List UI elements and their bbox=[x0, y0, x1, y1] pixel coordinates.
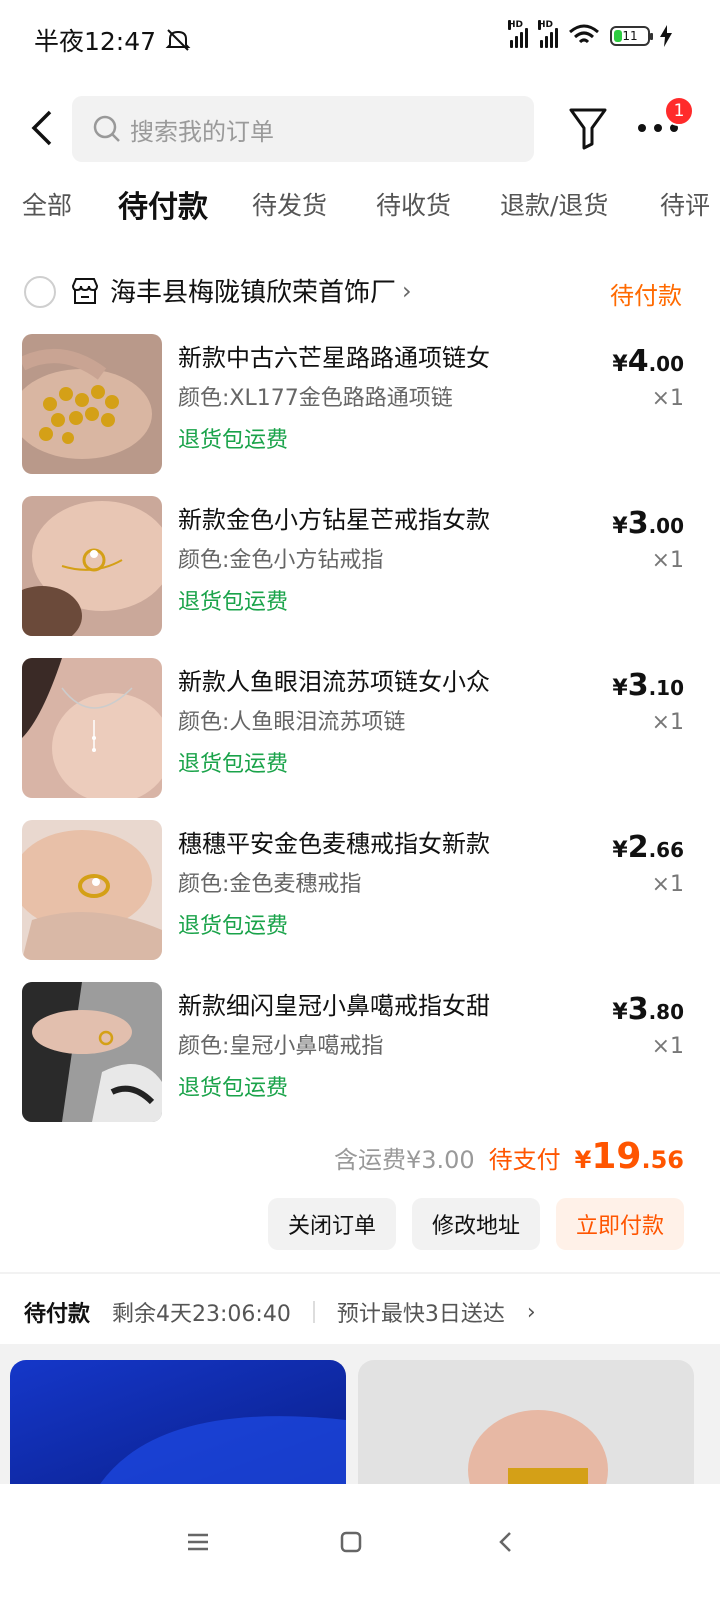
product-image[interactable] bbox=[22, 496, 162, 636]
wifi-icon bbox=[569, 24, 599, 44]
return-shipping-tag: 退货包运费 bbox=[178, 428, 289, 453]
charging-icon bbox=[660, 25, 672, 47]
item-quantity: ×1 bbox=[651, 386, 684, 411]
amount-due: ¥19.56 bbox=[574, 1136, 684, 1177]
item-sku: 颜色:皇冠小鼻噶戒指 bbox=[178, 1034, 384, 1059]
item-price: ¥3.80 bbox=[612, 992, 684, 1027]
search-input[interactable]: 搜索我的订单 bbox=[72, 96, 534, 162]
item-price: ¥2.66 bbox=[612, 830, 684, 865]
signal-icon: HD bbox=[508, 20, 528, 48]
item-title: 穗穗平安金色麦穗戒指女新款 bbox=[178, 830, 490, 858]
product-image[interactable] bbox=[22, 334, 162, 474]
home-icon[interactable] bbox=[331, 1522, 371, 1562]
edit-address-button[interactable]: 修改地址 bbox=[411, 1198, 540, 1250]
back-button[interactable] bbox=[24, 108, 64, 148]
return-shipping-tag: 退货包运费 bbox=[178, 752, 289, 777]
close-order-button[interactable]: 关闭订单 bbox=[267, 1198, 396, 1250]
status-bar: 半夜12:47 HD HD 11 bbox=[0, 0, 720, 80]
select-order-checkbox[interactable] bbox=[24, 276, 56, 308]
shop-name: 海丰县梅陇镇欣荣首饰厂 bbox=[110, 278, 397, 308]
order-item[interactable]: 新款人鱼眼泪流苏项链女小众 颜色:人鱼眼泪流苏项链 退货包运费 ¥3.10 ×1 bbox=[0, 658, 720, 798]
shop-name-link[interactable]: 海丰县梅陇镇欣荣首饰厂 › bbox=[110, 272, 412, 309]
more-icon bbox=[638, 124, 678, 132]
item-sku: 颜色:金色小方钻戒指 bbox=[178, 548, 384, 573]
status-icons: HD HD 11 bbox=[508, 20, 672, 48]
payment-countdown: 剩余4天23:06:40 bbox=[112, 1302, 291, 1327]
next-order-summary[interactable]: 待付款 剩余4天23:06:40 预计最快3日送达 › bbox=[24, 1292, 536, 1332]
search-placeholder: 搜索我的订单 bbox=[130, 117, 274, 146]
return-shipping-tag: 退货包运费 bbox=[178, 1076, 289, 1101]
item-sku: 颜色:XL177金色路路通项链 bbox=[178, 386, 453, 411]
recommendation-card[interactable] bbox=[358, 1360, 694, 1484]
separator bbox=[312, 1301, 315, 1323]
divider bbox=[0, 1272, 720, 1274]
order-tabs: 全部 待付款 待发货 待收货 退款/退货 待评 bbox=[0, 186, 720, 236]
notification-badge: 1 bbox=[664, 96, 694, 126]
item-sku: 颜色:金色麦穗戒指 bbox=[178, 872, 362, 897]
signal-icon-2: HD bbox=[538, 20, 558, 48]
item-title: 新款金色小方钻星芒戒指女款 bbox=[178, 506, 490, 534]
next-order-status: 待付款 bbox=[24, 1302, 91, 1327]
header: 搜索我的订单 1 bbox=[0, 96, 720, 162]
item-title: 新款细闪皇冠小鼻噶戒指女甜 bbox=[178, 992, 490, 1020]
status-time-wrap: 半夜12:47 bbox=[34, 22, 192, 58]
item-sku: 颜色:人鱼眼泪流苏项链 bbox=[178, 710, 406, 735]
order-status: 待付款 bbox=[610, 282, 682, 310]
chevron-right-icon: › bbox=[526, 1299, 536, 1325]
battery-icon: 11 bbox=[610, 26, 653, 46]
tab-pending-payment[interactable]: 待付款 bbox=[118, 186, 208, 226]
pay-now-button[interactable]: 立即付款 bbox=[555, 1198, 684, 1250]
return-shipping-tag: 退货包运费 bbox=[178, 914, 289, 939]
tab-pending-shipment[interactable]: 待发货 bbox=[252, 186, 327, 222]
search-icon bbox=[93, 115, 120, 142]
more-button[interactable]: 1 bbox=[636, 96, 694, 146]
back-icon[interactable] bbox=[486, 1522, 526, 1562]
filter-icon bbox=[569, 108, 607, 150]
item-quantity: ×1 bbox=[651, 548, 684, 573]
battery-level: 11 bbox=[622, 29, 638, 43]
item-price: ¥3.10 bbox=[612, 668, 684, 703]
product-image[interactable] bbox=[22, 820, 162, 960]
system-nav-bar bbox=[0, 1484, 720, 1600]
order-actions: 关闭订单 修改地址 立即付款 bbox=[267, 1198, 684, 1250]
back-arrow-icon bbox=[31, 110, 52, 146]
order-total-row: 含运费¥3.00 待支付 ¥19.56 bbox=[334, 1136, 684, 1177]
product-image[interactable] bbox=[22, 658, 162, 798]
item-quantity: ×1 bbox=[651, 1034, 684, 1059]
recommendation-card[interactable] bbox=[10, 1360, 346, 1484]
status-time: 半夜12:47 bbox=[34, 27, 157, 56]
order-item[interactable]: 新款中古六芒星路路通项链女 颜色:XL177金色路路通项链 退货包运费 ¥4.0… bbox=[0, 334, 720, 474]
item-quantity: ×1 bbox=[651, 872, 684, 897]
return-shipping-tag: 退货包运费 bbox=[178, 590, 289, 615]
order-item[interactable]: 新款金色小方钻星芒戒指女款 颜色:金色小方钻戒指 退货包运费 ¥3.00 ×1 bbox=[0, 496, 720, 636]
tab-refund-return[interactable]: 退款/退货 bbox=[500, 186, 608, 222]
order-item[interactable]: 穗穗平安金色麦穗戒指女新款 颜色:金色麦穗戒指 退货包运费 ¥2.66 ×1 bbox=[0, 820, 720, 960]
product-image[interactable] bbox=[22, 982, 162, 1122]
order-item[interactable]: 新款细闪皇冠小鼻噶戒指女甜 颜色:皇冠小鼻噶戒指 退货包运费 ¥3.80 ×1 bbox=[0, 982, 720, 1122]
shop-icon bbox=[71, 278, 99, 304]
filter-button[interactable] bbox=[568, 106, 608, 150]
tab-pending-review[interactable]: 待评 bbox=[660, 186, 710, 222]
item-title: 新款中古六芒星路路通项链女 bbox=[178, 344, 490, 372]
mute-icon bbox=[165, 29, 191, 51]
item-price: ¥3.00 bbox=[612, 506, 684, 541]
item-title: 新款人鱼眼泪流苏项链女小众 bbox=[178, 668, 490, 696]
shipping-fee: 含运费¥3.00 bbox=[333, 1146, 475, 1174]
tab-pending-receipt[interactable]: 待收货 bbox=[376, 186, 451, 222]
shop-row: 海丰县梅陇镇欣荣首饰厂 › 待付款 bbox=[0, 270, 720, 314]
menu-icon[interactable] bbox=[178, 1522, 218, 1562]
amount-due-label: 待支付 bbox=[488, 1146, 561, 1174]
tab-all[interactable]: 全部 bbox=[22, 186, 72, 222]
item-quantity: ×1 bbox=[651, 710, 684, 735]
chevron-right-icon: › bbox=[402, 276, 412, 305]
delivery-eta: 预计最快3日送达 bbox=[336, 1302, 505, 1327]
item-price: ¥4.00 bbox=[612, 344, 684, 379]
